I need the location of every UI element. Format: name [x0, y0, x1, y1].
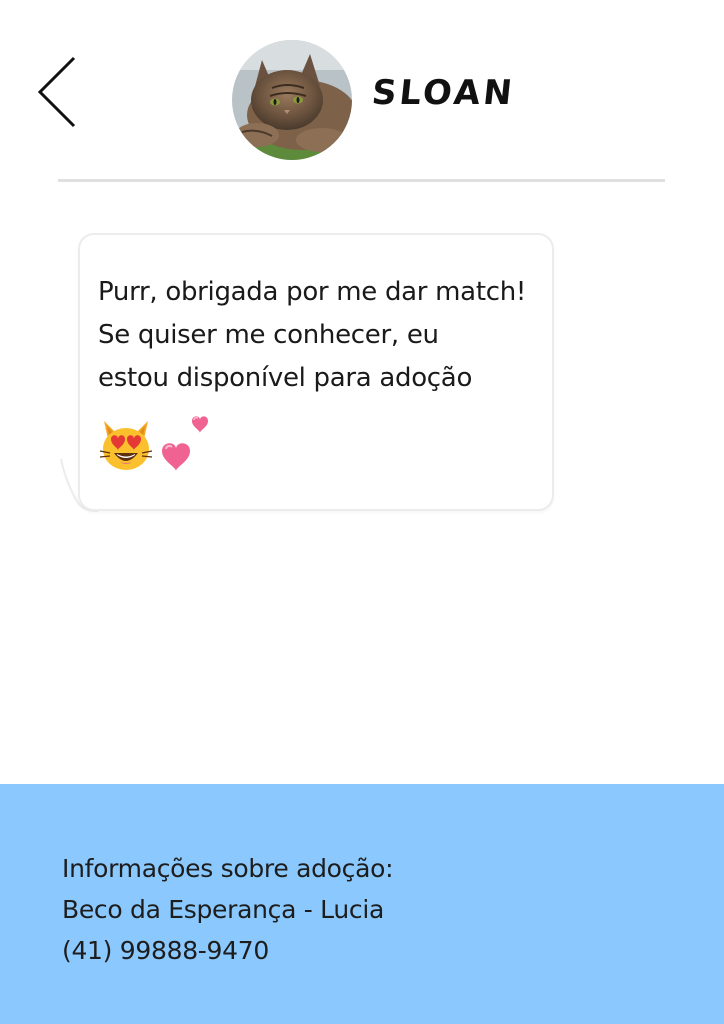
- chevron-left-icon: [37, 56, 76, 128]
- adoption-info-text: Informações sobre adoção: Beco da Espera…: [62, 848, 394, 971]
- message-text: Purr, obrigada por me dar match! Se quis…: [98, 271, 548, 400]
- message-bubble: Purr, obrigada por me dar match! Se quis…: [78, 233, 554, 511]
- adoption-info-panel: Informações sobre adoção: Beco da Espera…: [0, 784, 724, 1024]
- adoption-info-title: Informações sobre adoção:: [62, 854, 394, 883]
- cat-photo: [232, 40, 352, 160]
- header-divider: [58, 179, 665, 182]
- contact-name: SLOAN: [369, 73, 517, 113]
- emoji-row: [98, 415, 298, 475]
- message-line: estou disponível para adoção: [98, 363, 473, 393]
- adoption-phone[interactable]: (41) 99888-9470: [62, 930, 393, 971]
- smiling-cat-heart-eyes-icon: [99, 421, 153, 470]
- two-hearts-icon: [162, 416, 208, 471]
- message-line: Se quiser me conhecer, eu: [98, 320, 439, 350]
- avatar[interactable]: [232, 40, 352, 160]
- message-line: Purr, obrigada por me dar match!: [98, 277, 527, 307]
- back-button[interactable]: [30, 52, 86, 132]
- adoption-contact-name: Beco da Esperança - Lucia: [62, 895, 384, 924]
